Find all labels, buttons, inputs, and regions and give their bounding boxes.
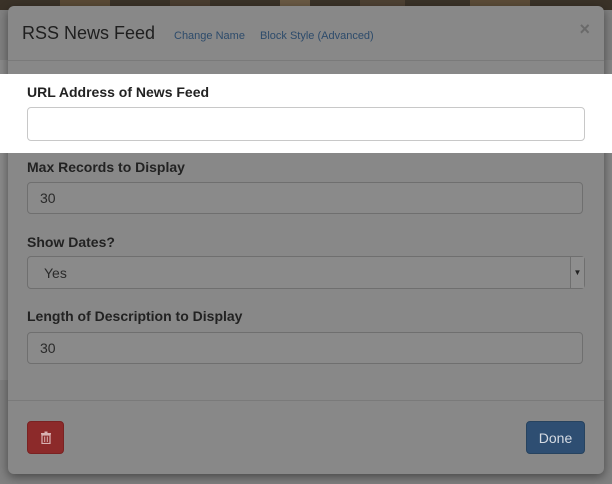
description-length-label: Length of Description to Display <box>27 308 243 324</box>
chevron-down-icon: ▼ <box>573 268 582 277</box>
block-style-link[interactable]: Block Style (Advanced) <box>260 30 374 42</box>
show-dates-selected-value: Yes <box>44 265 67 281</box>
description-length-input[interactable] <box>27 332 583 364</box>
max-records-label: Max Records to Display <box>27 159 185 175</box>
select-arrow: ▼ <box>570 257 584 288</box>
show-dates-select[interactable]: Yes ▼ <box>27 256 585 289</box>
close-icon[interactable]: × <box>579 20 590 38</box>
modal-title: RSS News Feed <box>22 23 156 43</box>
done-button[interactable]: Done <box>526 421 585 454</box>
url-label: URL Address of News Feed <box>27 84 210 100</box>
show-dates-label: Show Dates? <box>27 234 115 250</box>
modal-footer: Done <box>8 400 604 475</box>
trash-icon <box>40 431 51 444</box>
delete-button[interactable] <box>27 421 64 454</box>
url-field-highlight: URL Address of News Feed <box>0 74 612 153</box>
modal-header: RSS News Feed Change Name Block Style (A… <box>8 6 604 61</box>
url-input[interactable] <box>27 107 585 141</box>
change-name-link[interactable]: Change Name <box>174 30 245 42</box>
max-records-input[interactable] <box>27 182 583 214</box>
